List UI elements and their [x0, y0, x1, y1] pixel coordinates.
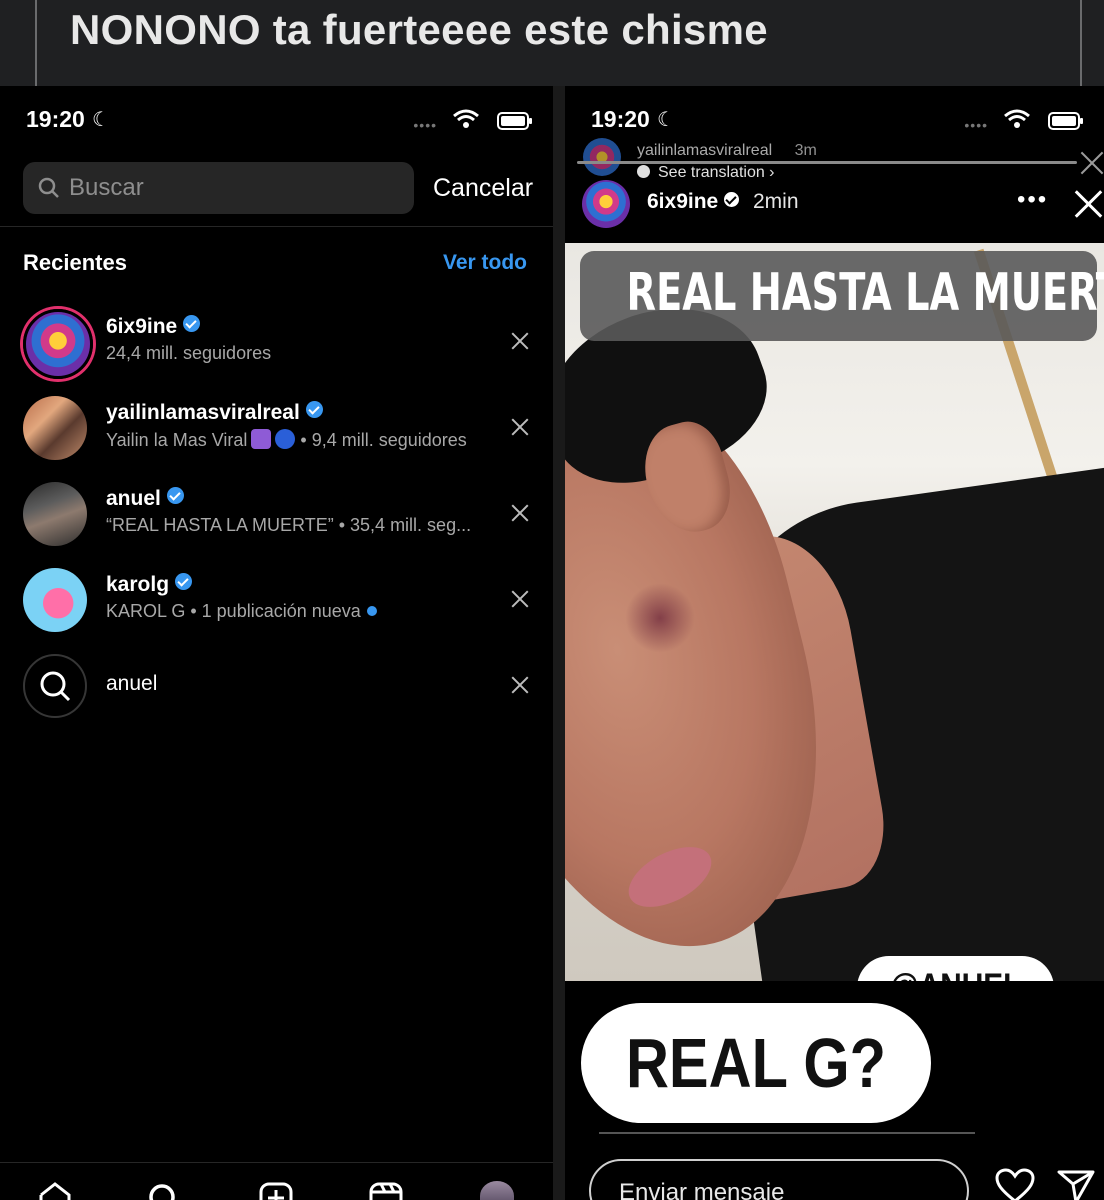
verified-badge-icon — [175, 573, 193, 590]
previous-story-avatar — [583, 138, 621, 176]
remove-recent-button[interactable] — [508, 329, 532, 353]
battery-icon — [1048, 112, 1083, 130]
verified-badge-icon — [166, 487, 184, 504]
verified-badge-icon — [305, 401, 323, 418]
recent-item-anuel[interactable]: anuel “REAL HASTA LA MUERTE” • 35,4 mill… — [0, 470, 553, 556]
signal-icon: •••• — [413, 117, 437, 133]
recent-subtitle: “REAL HASTA LA MUERTE” • 35,4 mill. seg.… — [106, 515, 472, 535]
caption-text: NONONO ta fuerteeee este chisme — [70, 6, 768, 53]
status-time: 19:20 — [591, 106, 650, 132]
moon-icon: ☾ — [657, 109, 675, 131]
previous-close-icon — [1077, 148, 1104, 178]
remove-recent-button[interactable] — [508, 673, 532, 697]
search-term-text: anuel — [106, 672, 158, 695]
recent-item-6ix9ine[interactable]: 6ix9ine 24,4 mill. seguidores — [0, 298, 553, 384]
search-bar[interactable] — [23, 162, 414, 214]
send-icon[interactable] — [1057, 1168, 1095, 1200]
message-field[interactable] — [589, 1159, 969, 1200]
more-options-icon[interactable]: ••• — [1017, 186, 1048, 214]
remove-recent-button[interactable] — [508, 587, 532, 611]
panel-divider — [553, 86, 565, 1200]
verified-badge-icon — [183, 315, 201, 332]
story-text-sticker: REAL HASTA LA MUERTE — [580, 251, 1104, 341]
evil-eye-emoji-icon — [275, 429, 296, 449]
bottom-nav-bar — [0, 1162, 553, 1200]
search-icon — [38, 177, 59, 198]
previous-story-user: yailinlamasviralreal 3m — [637, 142, 817, 159]
status-bar: 19:20 ☾ •••• — [591, 106, 1084, 136]
home-icon[interactable] — [38, 1181, 72, 1200]
cancel-button[interactable]: Cancelar — [433, 174, 533, 203]
recent-username: 6ix9ine — [106, 315, 201, 339]
translation-bubble-icon — [637, 165, 650, 178]
caption-rule-right — [1080, 0, 1082, 86]
remove-recent-button[interactable] — [508, 501, 532, 525]
search-icon — [40, 671, 71, 702]
wifi-icon — [453, 109, 479, 128]
post-caption-bar: NONONO ta fuerteeee este chisme — [0, 0, 1104, 86]
close-story-button[interactable] — [1071, 186, 1104, 220]
signal-icon: •••• — [964, 117, 988, 133]
see-translation-link[interactable]: See translation › — [637, 164, 775, 182]
reels-icon[interactable] — [369, 1181, 403, 1200]
heart-icon[interactable] — [995, 1168, 1035, 1200]
reply-text-sticker: REAL G? — [581, 1003, 931, 1123]
recent-username: yailinlamasviralreal — [106, 401, 323, 425]
recent-item-yailinlamasviralreal[interactable]: yailinlamasviralreal Yailin la Mas Viral… — [0, 384, 553, 470]
search-icon[interactable] — [146, 1181, 180, 1200]
avatar — [23, 396, 87, 460]
status-time: 19:20 — [26, 106, 85, 132]
header-divider — [0, 226, 553, 227]
recent-subtitle: 24,4 mill. seguidores — [106, 343, 272, 363]
story-timestamp: 2min — [753, 190, 799, 213]
recent-username: karolg — [106, 573, 193, 597]
see-all-link[interactable]: Ver todo — [443, 251, 527, 275]
battery-icon — [497, 112, 532, 130]
search-term-icon-circle — [23, 654, 87, 718]
recent-username: anuel — [106, 487, 184, 511]
right-phone-story-screen: 19:20 ☾ •••• yailinlamasviralreal 3m See… — [565, 86, 1104, 1200]
message-input[interactable] — [619, 1175, 939, 1200]
recent-subtitle: Yailin la Mas Viral • 9,4 mill. seguidor… — [106, 429, 467, 450]
recent-search-term[interactable]: anuel — [0, 642, 553, 728]
story-avatar[interactable] — [582, 180, 630, 228]
avatar — [23, 309, 93, 379]
new-post-dot — [366, 606, 377, 616]
verified-badge-icon — [724, 192, 740, 207]
mention-sticker[interactable]: @ANUEL — [857, 956, 1054, 981]
sticker-underline — [599, 1132, 975, 1134]
moon-icon: ☾ — [92, 109, 110, 131]
search-input[interactable] — [69, 170, 399, 206]
profile-avatar[interactable] — [480, 1181, 514, 1200]
status-bar: 19:20 ☾ •••• — [26, 106, 533, 136]
story-username[interactable]: 6ix9ine — [647, 190, 740, 214]
avatar — [23, 482, 87, 546]
left-phone-search-screen: 19:20 ☾ •••• Cancelar Recientes Ver todo… — [0, 86, 553, 1200]
create-post-icon[interactable] — [259, 1181, 293, 1200]
photo-bruise — [625, 583, 695, 653]
recents-heading: Recientes — [23, 250, 127, 275]
recent-subtitle: KAROL G • 1 publicación nueva — [106, 601, 377, 622]
remove-recent-button[interactable] — [508, 415, 532, 439]
story-photo[interactable]: REAL HASTA LA MUERTE @ANUEL — [565, 243, 1104, 981]
caption-rule-left — [35, 0, 37, 86]
avatar — [23, 568, 87, 632]
zodiac-emoji-icon — [251, 429, 272, 449]
recent-item-karolg[interactable]: karolg KAROL G • 1 publicación nueva — [0, 556, 553, 642]
wifi-icon — [1004, 109, 1030, 128]
